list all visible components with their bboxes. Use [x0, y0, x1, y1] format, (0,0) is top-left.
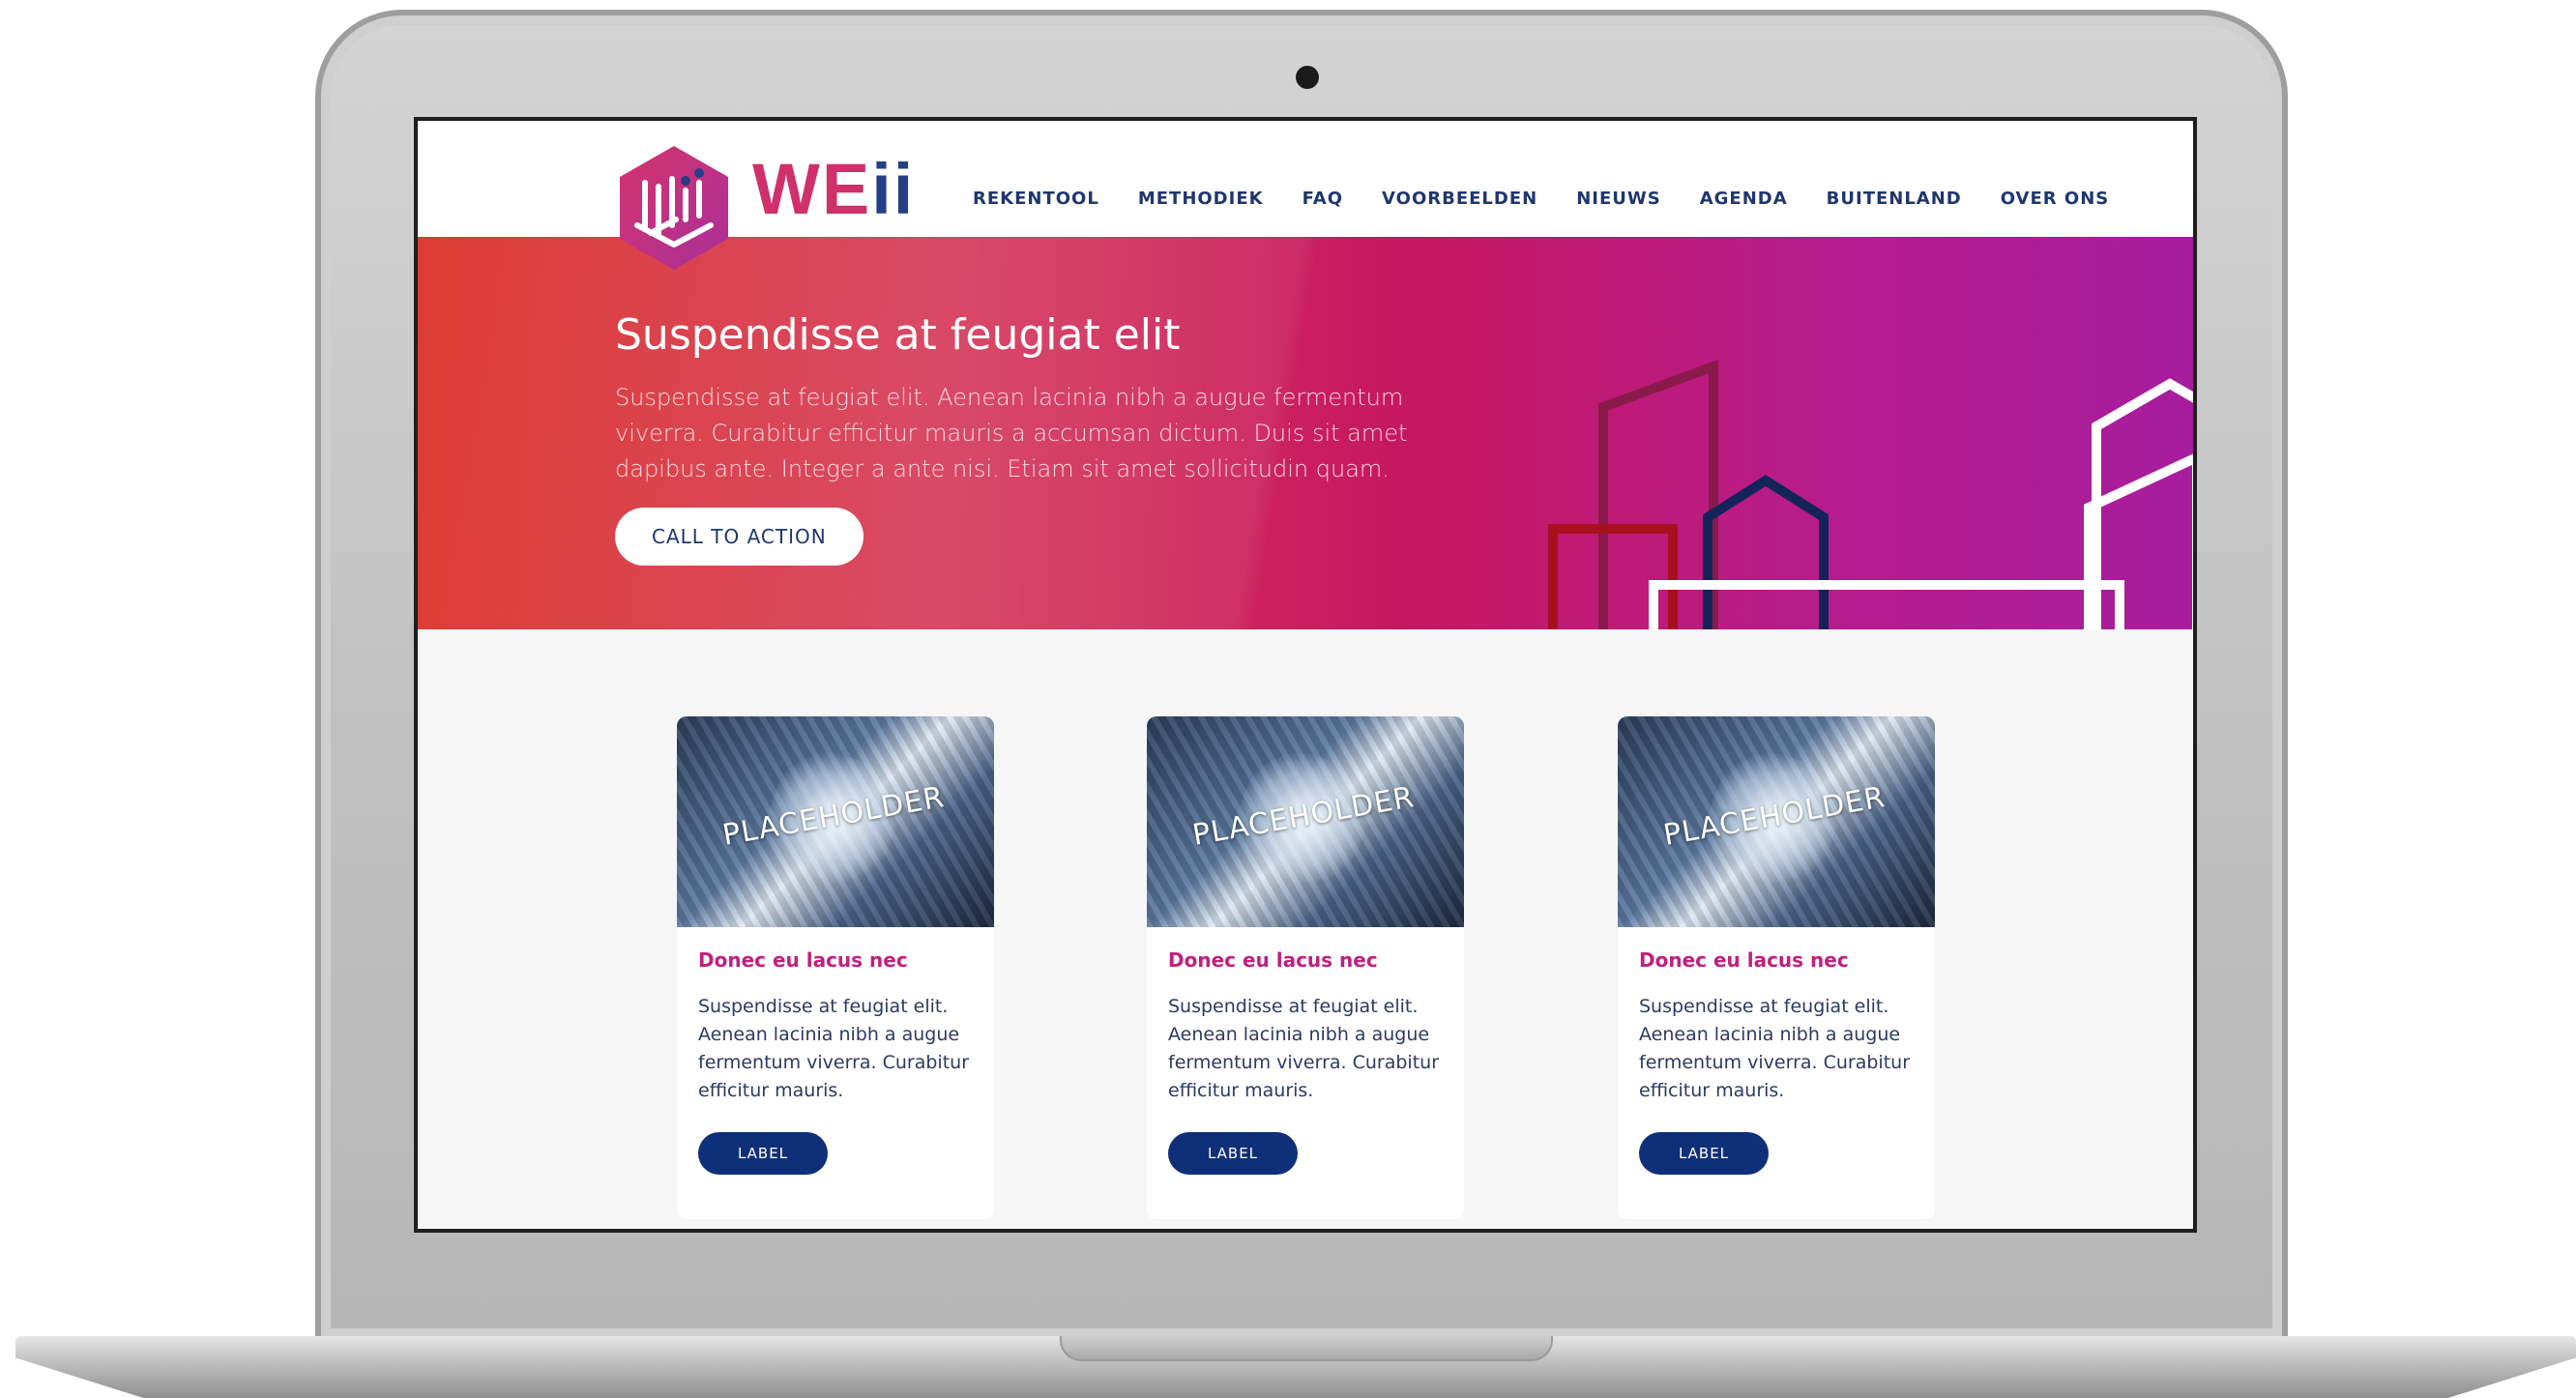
card-text: Suspendisse at feugiat elit. Aenean laci…: [698, 996, 970, 1101]
main-nav: REKENTOOL METHODIEK FAQ VOORBEELDEN NIEU…: [973, 189, 2148, 209]
card-title[interactable]: Donec eu lacus nec: [1639, 948, 1914, 972]
nav-item-faq[interactable]: FAQ: [1303, 189, 1343, 209]
laptop-hinge-notch: [1060, 1336, 1553, 1361]
card: PLACEHOLDER Donec eu lacus nec Suspendis…: [1618, 716, 1935, 1219]
card-text: Suspendisse at feugiat elit. Aenean laci…: [1639, 996, 1911, 1101]
card: PLACEHOLDER Donec eu lacus nec Suspendis…: [1147, 716, 1464, 1219]
nav-item-buitenland[interactable]: BUITENLAND: [1827, 189, 1962, 209]
card-image: PLACEHOLDER: [1147, 716, 1464, 927]
brand-name-accent: ii: [871, 149, 916, 229]
hero-text: Suspendisse at feugiat elit. Aenean laci…: [615, 384, 1408, 482]
card-image: PLACEHOLDER: [677, 716, 994, 927]
brand-name-main: WE: [752, 149, 872, 229]
card-label-button[interactable]: LABEL: [698, 1132, 828, 1175]
nav-item-agenda[interactable]: AGENDA: [1700, 189, 1788, 209]
nav-item-voorbeelden[interactable]: VOORBEELDEN: [1382, 189, 1537, 209]
site-header: WEii REKENTOOL METHODIEK FAQ VOORBEELDEN…: [418, 121, 2193, 270]
browser-viewport: WEii REKENTOOL METHODIEK FAQ VOORBEELDEN…: [414, 117, 2197, 1233]
hero-banner: Suspendisse at feugiat elit Suspendisse …: [418, 237, 2193, 629]
skyline-illustration-icon: [1548, 359, 2193, 629]
weii-logo-icon[interactable]: [616, 144, 732, 272]
card-image: PLACEHOLDER: [1618, 716, 1935, 927]
card-label-button[interactable]: LABEL: [1639, 1132, 1769, 1175]
nav-item-methodiek[interactable]: METHODIEK: [1138, 189, 1264, 209]
nav-item-rekentool[interactable]: REKENTOOL: [973, 189, 1099, 209]
card-text: Suspendisse at feugiat elit. Aenean laci…: [1168, 996, 1440, 1101]
call-to-action-button[interactable]: CALL TO ACTION: [615, 508, 864, 566]
card-title[interactable]: Donec eu lacus nec: [1168, 948, 1443, 972]
hero-title: Suspendisse at feugiat elit: [615, 310, 1181, 360]
nav-item-nieuws[interactable]: NIEUWS: [1576, 189, 1661, 209]
nav-item-over-ons[interactable]: OVER ONS: [2001, 189, 2110, 209]
card: PLACEHOLDER Donec eu lacus nec Suspendis…: [677, 716, 994, 1219]
brand-wordmark[interactable]: WEii: [752, 148, 915, 230]
webcam-icon: [1296, 66, 1319, 89]
card-title[interactable]: Donec eu lacus nec: [698, 948, 973, 972]
card-label-button[interactable]: LABEL: [1168, 1132, 1298, 1175]
